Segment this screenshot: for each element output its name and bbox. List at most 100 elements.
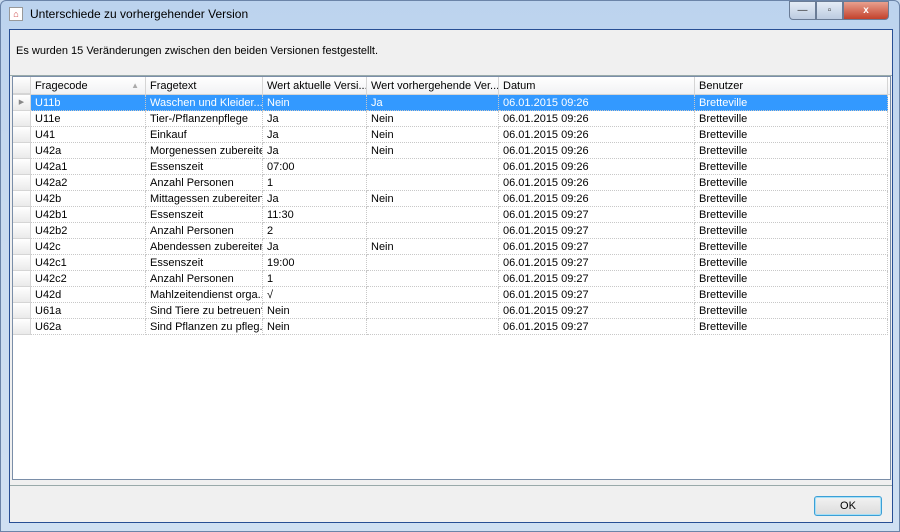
cell-datum[interactable]: 06.01.2015 09:26 [499,159,695,175]
cell-fragecode[interactable]: U41 [31,127,146,143]
cell-benutzer[interactable]: Bretteville [695,175,888,191]
cell-benutzer[interactable]: Bretteville [695,159,888,175]
cell-fragetext[interactable]: Sind Tiere zu betreuen? [146,303,263,319]
cell-fragecode[interactable]: U42b2 [31,223,146,239]
cell-fragetext[interactable]: Einkauf [146,127,263,143]
cell-benutzer[interactable]: Bretteville [695,111,888,127]
cell-datum[interactable]: 06.01.2015 09:27 [499,223,695,239]
cell-wert-vorher[interactable] [367,223,499,239]
cell-wert-vorher[interactable]: Nein [367,239,499,255]
table-row[interactable]: U62a Sind Pflanzen zu pfleg... Nein 06.01.2… [13,319,890,335]
cell-fragetext[interactable]: Sind Pflanzen zu pfleg... [146,319,263,335]
cell-benutzer[interactable]: Bretteville [695,255,888,271]
cell-wert-aktuell[interactable]: 11:30 [263,207,367,223]
cell-datum[interactable]: 06.01.2015 09:27 [499,287,695,303]
table-row[interactable]: U42b Mittagessen zubereiten Ja Nein 06.01.20… [13,191,890,207]
cell-wert-aktuell[interactable]: 19:00 [263,255,367,271]
row-selector[interactable] [13,127,31,143]
cell-wert-vorher[interactable] [367,175,499,191]
maximize-button[interactable]: ▫ [816,1,843,20]
table-row[interactable]: U42c Abendessen zubereiten Ja Nein 06.01.201… [13,239,890,255]
cell-fragecode[interactable]: U42b1 [31,207,146,223]
cell-wert-vorher[interactable] [367,255,499,271]
row-selector[interactable] [13,271,31,287]
cell-fragecode[interactable]: U62a [31,319,146,335]
cell-benutzer[interactable]: Bretteville [695,303,888,319]
row-selector[interactable] [13,175,31,191]
cell-wert-aktuell[interactable]: Nein [263,319,367,335]
cell-fragetext[interactable]: Morgenessen zubereiten [146,143,263,159]
table-row[interactable]: U42c1 Essenszeit 19:00 06.01.2015 09:27 Bret… [13,255,890,271]
cell-fragecode[interactable]: U42c [31,239,146,255]
cell-datum[interactable]: 06.01.2015 09:27 [499,255,695,271]
cell-fragecode[interactable]: U42a2 [31,175,146,191]
column-header-fragetext[interactable]: Fragetext [146,77,263,94]
cell-fragetext[interactable]: Anzahl Personen [146,175,263,191]
cell-benutzer[interactable]: Bretteville [695,95,888,111]
column-header-benutzer[interactable]: Benutzer [695,77,888,94]
cell-fragecode[interactable]: U42c2 [31,271,146,287]
cell-datum[interactable]: 06.01.2015 09:27 [499,239,695,255]
table-row[interactable]: U41 Einkauf Ja Nein 06.01.2015 09:26 Brettevi… [13,127,890,143]
cell-datum[interactable]: 06.01.2015 09:26 [499,95,695,111]
table-row[interactable]: U42b1 Essenszeit 11:30 06.01.2015 09:27 Bret… [13,207,890,223]
cell-fragecode[interactable]: U42b [31,191,146,207]
cell-benutzer[interactable]: Bretteville [695,207,888,223]
cell-wert-aktuell[interactable]: 2 [263,223,367,239]
cell-datum[interactable]: 06.01.2015 09:26 [499,127,695,143]
cell-fragetext[interactable]: Essenszeit [146,159,263,175]
cell-benutzer[interactable]: Bretteville [695,287,888,303]
cell-fragecode[interactable]: U11e [31,111,146,127]
cell-fragetext[interactable]: Mahlzeitendienst orga... [146,287,263,303]
column-header-fragecode[interactable]: Fragecode ▲ [31,77,146,94]
cell-wert-vorher[interactable]: Nein [367,111,499,127]
row-selector[interactable]: ▶ [13,95,31,111]
cell-fragetext[interactable]: Waschen und Kleider... [146,95,263,111]
cell-datum[interactable]: 06.01.2015 09:26 [499,191,695,207]
table-row[interactable]: U11e Tier-/Pflanzenpflege Ja Nein 06.01.2015… [13,111,890,127]
table-row[interactable]: U42a2 Anzahl Personen 1 06.01.2015 09:26 Bre… [13,175,890,191]
cell-fragetext[interactable]: Abendessen zubereiten [146,239,263,255]
cell-wert-aktuell[interactable]: √ [263,287,367,303]
cell-wert-vorher[interactable]: Nein [367,191,499,207]
cell-wert-aktuell[interactable]: Ja [263,111,367,127]
cell-benutzer[interactable]: Bretteville [695,319,888,335]
cell-benutzer[interactable]: Bretteville [695,191,888,207]
cell-datum[interactable]: 06.01.2015 09:26 [499,143,695,159]
column-header-datum[interactable]: Datum [499,77,695,94]
cell-datum[interactable]: 06.01.2015 09:26 [499,175,695,191]
row-selector[interactable] [13,143,31,159]
row-selector[interactable] [13,319,31,335]
row-selector[interactable] [13,111,31,127]
table-row[interactable]: U42a1 Essenszeit 07:00 06.01.2015 09:26 Bret… [13,159,890,175]
cell-wert-vorher[interactable] [367,207,499,223]
cell-benutzer[interactable]: Bretteville [695,271,888,287]
table-row[interactable]: U42a Morgenessen zubereiten Ja Nein 06.01.20… [13,143,890,159]
minimize-button[interactable]: — [789,1,816,20]
cell-fragetext[interactable]: Anzahl Personen [146,271,263,287]
cell-wert-aktuell[interactable]: Ja [263,143,367,159]
row-selector[interactable] [13,255,31,271]
cell-fragetext[interactable]: Anzahl Personen [146,223,263,239]
cell-wert-vorher[interactable] [367,287,499,303]
cell-wert-vorher[interactable] [367,303,499,319]
cell-wert-aktuell[interactable]: 1 [263,175,367,191]
cell-wert-vorher[interactable]: Nein [367,127,499,143]
column-header-wert-vorher[interactable]: Wert vorhergehende Ver... [367,77,499,94]
row-selector[interactable] [13,223,31,239]
cell-fragecode[interactable]: U42a1 [31,159,146,175]
row-selector[interactable] [13,303,31,319]
cell-benutzer[interactable]: Bretteville [695,143,888,159]
cell-wert-aktuell[interactable]: Ja [263,127,367,143]
cell-wert-aktuell[interactable]: 1 [263,271,367,287]
cell-wert-aktuell[interactable]: 07:00 [263,159,367,175]
cell-datum[interactable]: 06.01.2015 09:27 [499,207,695,223]
close-button[interactable]: x [843,1,889,20]
row-selector[interactable] [13,159,31,175]
cell-fragecode[interactable]: U42c1 [31,255,146,271]
cell-wert-vorher[interactable]: Nein [367,143,499,159]
cell-fragetext[interactable]: Mittagessen zubereiten [146,191,263,207]
cell-datum[interactable]: 06.01.2015 09:26 [499,111,695,127]
cell-fragecode[interactable]: U61a [31,303,146,319]
cell-wert-vorher[interactable] [367,271,499,287]
